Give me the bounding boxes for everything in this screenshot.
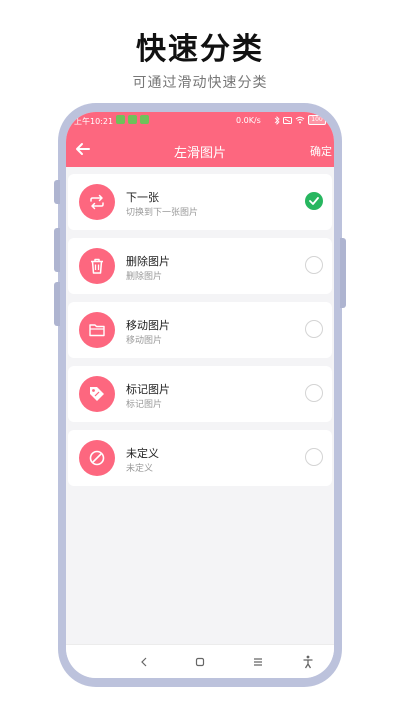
notification-app-icon [128, 115, 137, 124]
option-next-image[interactable]: 下一张 切换到下一张图片 [68, 174, 332, 230]
option-title: 未定义 [126, 447, 159, 460]
status-bar: 上午10:21 0.0K/s 100 [66, 112, 334, 132]
option-title: 移动图片 [126, 319, 170, 332]
tag-icon [79, 376, 115, 412]
back-nav-icon[interactable] [136, 654, 152, 670]
sim-icon [283, 116, 292, 124]
radio-selected[interactable] [305, 192, 323, 210]
status-app-icons [116, 115, 149, 124]
battery-icon: 100 [308, 115, 326, 125]
option-description: 标记图片 [126, 400, 163, 410]
phone-volume-down-button [54, 282, 60, 326]
option-title: 标记图片 [126, 383, 170, 396]
phone-volume-up-button [54, 228, 60, 272]
confirm-button[interactable]: 确定 [310, 143, 332, 159]
bluetooth-icon [274, 115, 280, 125]
folder-icon [79, 312, 115, 348]
menu-nav-icon[interactable] [250, 654, 266, 670]
notification-app-icon [116, 115, 125, 124]
radio-unselected[interactable] [305, 448, 323, 466]
ban-icon [79, 440, 115, 476]
repeat-icon [79, 184, 115, 220]
radio-unselected[interactable] [305, 384, 323, 402]
home-nav-icon[interactable] [192, 654, 208, 670]
accessibility-icon[interactable] [300, 654, 316, 670]
phone-screen: 上午10:21 0.0K/s 100 左滑图片 确定 下一张 切换到下一张图片 … [66, 112, 334, 678]
option-delete-image[interactable]: 删除图片 删除图片 [68, 238, 332, 294]
charging-icon [329, 116, 334, 124]
system-nav-bar [66, 644, 334, 678]
option-undefined[interactable]: 未定义 未定义 [68, 430, 332, 486]
option-title: 删除图片 [126, 255, 170, 268]
trash-icon [79, 248, 115, 284]
status-icons: 100 [274, 115, 334, 125]
promo-title: 快速分类 [136, 32, 264, 67]
network-speed: 0.0K/s [236, 116, 261, 125]
option-description: 未定义 [126, 464, 154, 474]
status-time: 上午10:21 [74, 117, 114, 126]
phone-side-button [54, 180, 60, 204]
radio-unselected[interactable] [305, 320, 323, 338]
toolbar: 左滑图片 确定 [66, 136, 334, 164]
check-icon [309, 197, 319, 205]
option-description: 删除图片 [126, 272, 163, 282]
option-description: 切换到下一张图片 [126, 208, 199, 218]
option-title: 下一张 [126, 191, 159, 204]
radio-unselected[interactable] [305, 256, 323, 274]
app-header: 上午10:21 0.0K/s 100 左滑图片 确定 [66, 112, 334, 167]
option-move-image[interactable]: 移动图片 移动图片 [68, 302, 332, 358]
promo-subtitle: 可通过滑动快速分类 [132, 75, 268, 91]
option-mark-image[interactable]: 标记图片 标记图片 [68, 366, 332, 422]
notification-app-icon [140, 115, 149, 124]
toolbar-title: 左滑图片 [173, 146, 226, 161]
option-description: 移动图片 [126, 336, 163, 346]
phone-power-button [340, 238, 346, 308]
wifi-icon [295, 116, 305, 124]
